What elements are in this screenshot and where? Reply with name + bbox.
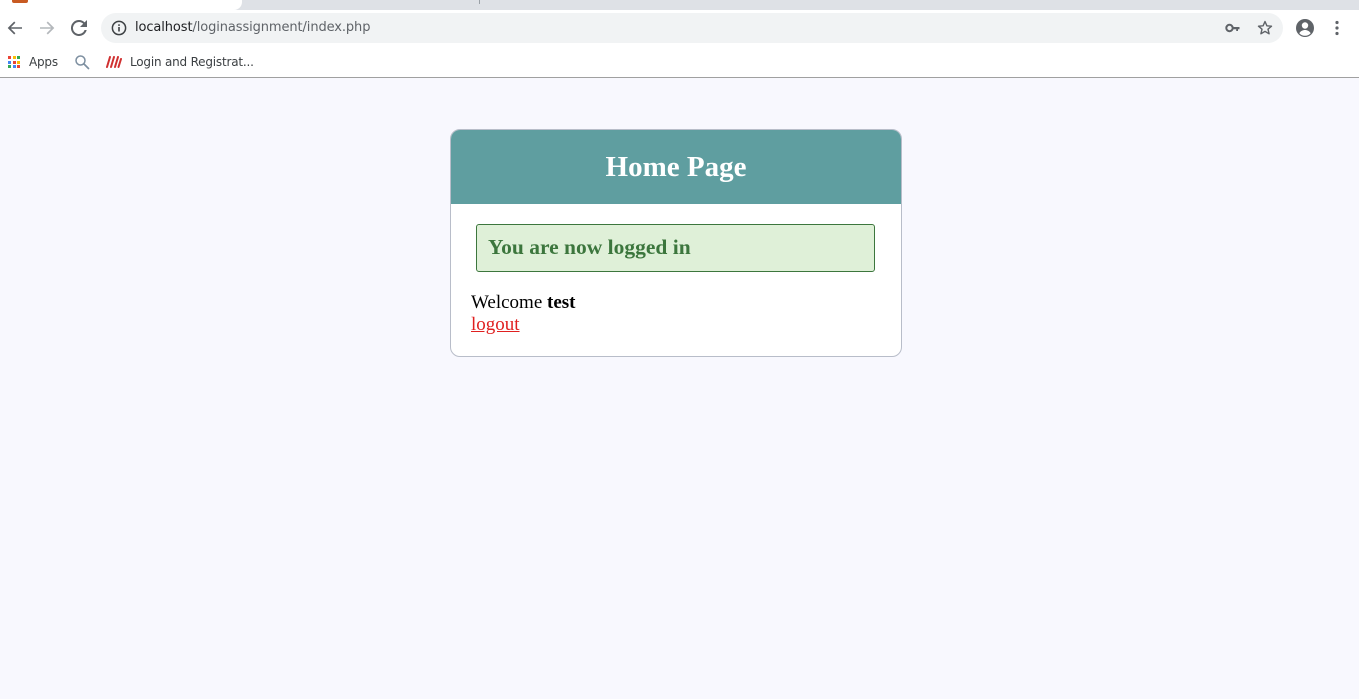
url-path: /loginassignment/index.php: [192, 20, 371, 35]
card-header: Home Page: [451, 130, 901, 204]
back-arrow-icon: [7, 21, 22, 35]
login-bookmark-label: Login and Registrat...: [130, 55, 254, 69]
reload-icon: [71, 20, 87, 36]
profile-avatar-icon: [1296, 19, 1314, 37]
active-tab[interactable]: [0, 0, 242, 10]
forward-arrow-icon: [40, 21, 55, 35]
success-alert: You are now logged in: [476, 224, 875, 272]
profile-button[interactable]: [1293, 16, 1317, 40]
apps-grid-icon: [8, 56, 20, 68]
page-title: Home Page: [605, 150, 747, 183]
browser-menu-button[interactable]: [1325, 16, 1349, 40]
search-bookmark[interactable]: [74, 53, 90, 71]
success-message: You are now logged in: [488, 235, 691, 259]
bookmark-star-icon[interactable]: [1257, 20, 1273, 36]
browser-toolbar: localhost/loginassignment/index.php: [0, 10, 1359, 46]
welcome-text: Welcome test: [471, 292, 576, 314]
login-registration-bookmark[interactable]: Login and Registrat...: [106, 53, 254, 71]
site-info-icon[interactable]: [111, 20, 127, 36]
reload-button[interactable]: [67, 16, 91, 40]
url-host: localhost: [135, 20, 193, 35]
back-button[interactable]: [3, 16, 27, 40]
key-icon[interactable]: [1225, 20, 1241, 36]
tab-strip: [0, 0, 1359, 10]
site-favicon-icon: [106, 56, 122, 68]
search-icon: [75, 55, 90, 70]
username: test: [547, 292, 576, 313]
welcome-prefix: Welcome: [471, 292, 548, 313]
tab-separator: [479, 0, 480, 4]
kebab-menu-icon: [1335, 20, 1339, 36]
apps-bookmark[interactable]: Apps: [8, 53, 58, 71]
forward-button[interactable]: [35, 16, 59, 40]
logout-link[interactable]: logout: [471, 314, 520, 336]
apps-bookmark-label: Apps: [29, 55, 58, 69]
address-bar[interactable]: localhost/loginassignment/index.php: [101, 13, 1283, 43]
tab-favicon-icon: [12, 0, 28, 3]
home-card: Home Page You are now logged in Welcome …: [450, 129, 902, 357]
url-text[interactable]: localhost/loginassignment/index.php: [135, 20, 370, 35]
bookmarks-bar: Apps Login and Registrat...: [0, 46, 1359, 78]
